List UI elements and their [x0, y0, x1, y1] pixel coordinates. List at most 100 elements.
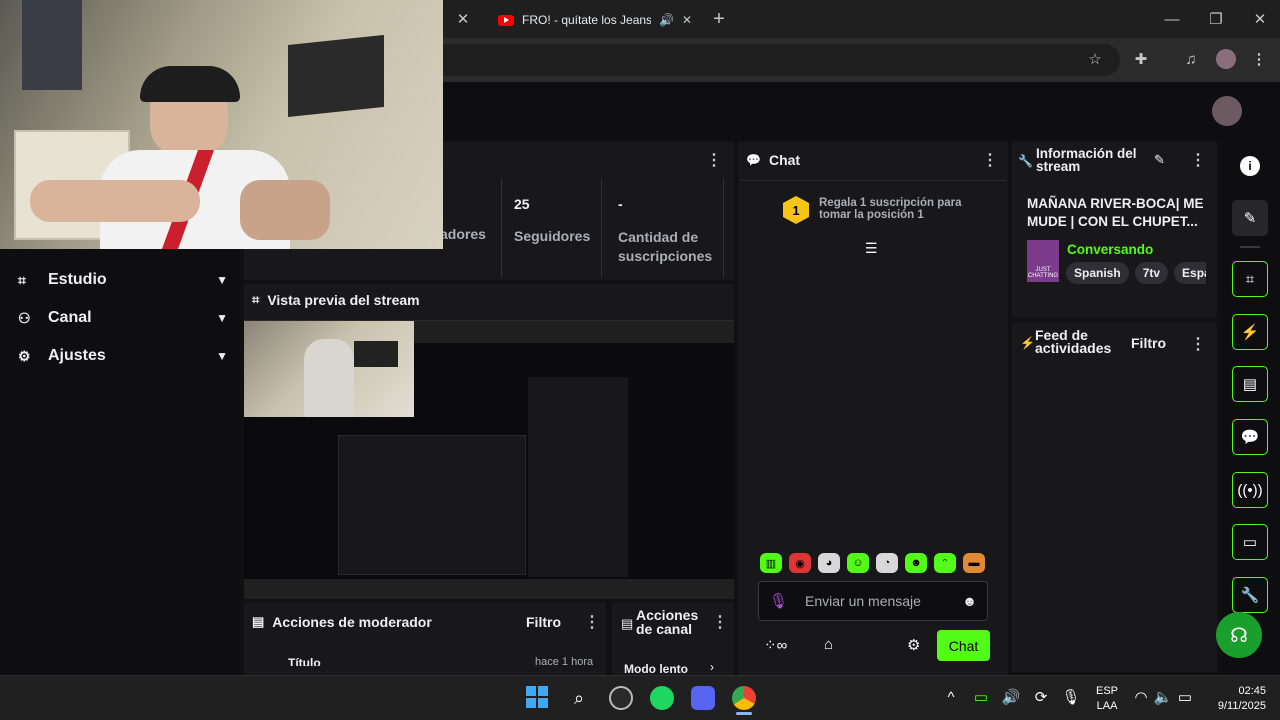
- chat-input[interactable]: 🎙 Enviar un mensaje ☻: [758, 581, 988, 621]
- search-icon[interactable]: ⌕: [567, 686, 591, 710]
- emoji-icon[interactable]: ☻: [962, 593, 977, 609]
- more-options-icon[interactable]: ⋮: [1190, 150, 1206, 170]
- support-headset-icon[interactable]: ☊: [1216, 612, 1262, 658]
- emote-icon[interactable]: ☺: [847, 553, 869, 573]
- chrome-icon[interactable]: [732, 686, 756, 710]
- document-icon[interactable]: ▤: [1232, 366, 1268, 402]
- channel-actions-title: Acciones de canal: [636, 607, 699, 637]
- media-icon[interactable]: ♫: [1180, 48, 1202, 70]
- app-icon[interactable]: [609, 686, 633, 710]
- sidebar-item-estudio[interactable]: ⌗ Estudio ▼: [18, 262, 228, 298]
- tv-shape: [354, 341, 398, 367]
- new-tab-button[interactable]: +: [708, 8, 730, 30]
- avatar[interactable]: [1216, 49, 1236, 69]
- language-indicator[interactable]: ESP LAA: [1096, 684, 1118, 714]
- discord-icon[interactable]: [691, 686, 715, 710]
- pinned-toggle-icon[interactable]: ☰: [865, 240, 878, 257]
- gpu-icon[interactable]: ▭: [972, 688, 990, 706]
- sync-icon[interactable]: ⟳: [1032, 688, 1050, 706]
- category-link[interactable]: Conversando: [1067, 242, 1153, 257]
- emote-icon[interactable]: ◕: [818, 553, 840, 573]
- gift-sub-text[interactable]: Regala 1 suscripción para tomar la posic…: [819, 197, 969, 221]
- user-avatar[interactable]: [1212, 96, 1242, 126]
- chevron-right-icon[interactable]: ›: [710, 660, 714, 674]
- sidebar-nav: ⌗ Estudio ▼ ⚇ Canal ▼ ⚙ Ajustes ▼: [18, 262, 228, 374]
- minimize-icon[interactable]: —: [1160, 8, 1184, 30]
- close-tab-icon[interactable]: ✕: [682, 13, 692, 27]
- wifi-icon[interactable]: ◠: [1132, 688, 1150, 706]
- activity-filter-button[interactable]: Filtro: [1131, 335, 1166, 351]
- tag[interactable]: Spanish: [1066, 262, 1129, 284]
- tag[interactable]: Espa: [1174, 262, 1206, 284]
- volume-icon[interactable]: 🔈: [1154, 688, 1173, 706]
- windows-start-icon[interactable]: [526, 686, 548, 708]
- close-tab-icon[interactable]: ✕: [452, 8, 474, 30]
- followers-count: 25: [514, 196, 530, 212]
- points-icon[interactable]: ⁘∞: [764, 636, 787, 654]
- info-icon[interactable]: i: [1240, 156, 1260, 176]
- gear-icon[interactable]: ⚙: [907, 636, 920, 654]
- moderator-filter-button[interactable]: Filtro: [526, 614, 561, 630]
- edit-icon[interactable]: ✎: [1154, 152, 1165, 168]
- battery-icon[interactable]: ▭: [1176, 688, 1194, 706]
- more-options-icon[interactable]: ⋮: [706, 150, 722, 170]
- youtube-icon: [498, 14, 514, 26]
- stat-column: - Cantidad de suscripciones: [602, 178, 724, 278]
- spotify-icon[interactable]: [650, 686, 674, 710]
- emote-icon[interactable]: ᵔ: [934, 553, 956, 573]
- layout-icon[interactable]: ▭: [1232, 524, 1268, 560]
- nested-preview: [338, 435, 526, 575]
- subs-label: Cantidad de suscripciones: [618, 229, 713, 264]
- store-icon[interactable]: ⌂: [824, 636, 833, 653]
- streamer-arm: [30, 180, 200, 222]
- capture-icon[interactable]: ⌗: [1232, 261, 1268, 297]
- menu-icon[interactable]: ⋮: [1248, 48, 1270, 70]
- emote-icon[interactable]: ☻: [905, 553, 927, 573]
- sidebar-item-ajustes[interactable]: ⚙ Ajustes ▼: [18, 338, 228, 374]
- speaker-icon: 🔊: [658, 13, 674, 27]
- more-options-icon[interactable]: ⋮: [584, 612, 600, 632]
- slow-mode-item[interactable]: Modo lento: [624, 662, 688, 674]
- emote-icon[interactable]: ◉: [789, 553, 811, 573]
- bolt-icon[interactable]: ⚡: [1232, 314, 1268, 350]
- wall-poster: [22, 0, 82, 90]
- browser-tab-active[interactable]: FRO! - quítate los Jeans (Vic 🔊 ✕: [490, 6, 700, 34]
- star-icon[interactable]: ☆: [1084, 48, 1106, 70]
- clock-time: 02:45: [1238, 685, 1266, 697]
- language-code: ESP: [1096, 685, 1119, 697]
- speaker-icon[interactable]: 🔊: [1002, 688, 1021, 706]
- bolt-icon: ⚡: [1020, 336, 1035, 350]
- emote-icon[interactable]: ▥: [760, 553, 782, 573]
- edit-layout-icon[interactable]: ✎: [1232, 200, 1268, 236]
- tag[interactable]: 7tv: [1134, 262, 1169, 284]
- moderator-title: Acciones de moderador: [272, 614, 432, 630]
- maximize-icon[interactable]: ❐: [1204, 8, 1228, 30]
- sidebar-item-label: Estudio: [48, 271, 107, 288]
- sidebar-item-label: Canal: [48, 309, 92, 326]
- streamer-arm: [240, 180, 330, 240]
- broadcast-icon[interactable]: ((•)): [1232, 472, 1268, 508]
- microphone-icon[interactable]: 🎙: [769, 592, 805, 610]
- active-app-indicator: [736, 712, 752, 715]
- more-options-icon[interactable]: ⋮: [982, 150, 998, 170]
- emote-icon[interactable]: ▬: [963, 553, 985, 573]
- chat-icon[interactable]: 💬: [1232, 419, 1268, 455]
- preview-header: ⌗ Vista previa del stream: [252, 292, 420, 308]
- clock[interactable]: 02:45 9/11/2025: [1204, 684, 1266, 714]
- document-icon: ▤: [621, 616, 634, 631]
- more-options-icon[interactable]: ⋮: [1190, 334, 1206, 354]
- wrench-icon[interactable]: 🔧: [1232, 577, 1268, 613]
- keyboard-layout: LAA: [1096, 700, 1118, 712]
- url-field[interactable]: [440, 44, 1120, 76]
- sidebar-item-label: Ajustes: [48, 347, 106, 364]
- stream-preview-video[interactable]: [244, 320, 734, 599]
- nested-chat: [528, 377, 628, 577]
- chat-send-button[interactable]: Chat: [937, 630, 990, 661]
- sidebar-item-canal[interactable]: ⚇ Canal ▼: [18, 300, 228, 336]
- microphone-icon[interactable]: 🎙: [1061, 688, 1080, 706]
- extensions-icon[interactable]: ✚: [1130, 48, 1152, 70]
- more-options-icon[interactable]: ⋮: [712, 612, 728, 632]
- emote-icon[interactable]: ◔: [876, 553, 898, 573]
- chevron-up-icon[interactable]: ^: [942, 688, 960, 706]
- close-window-icon[interactable]: ✕: [1248, 8, 1272, 30]
